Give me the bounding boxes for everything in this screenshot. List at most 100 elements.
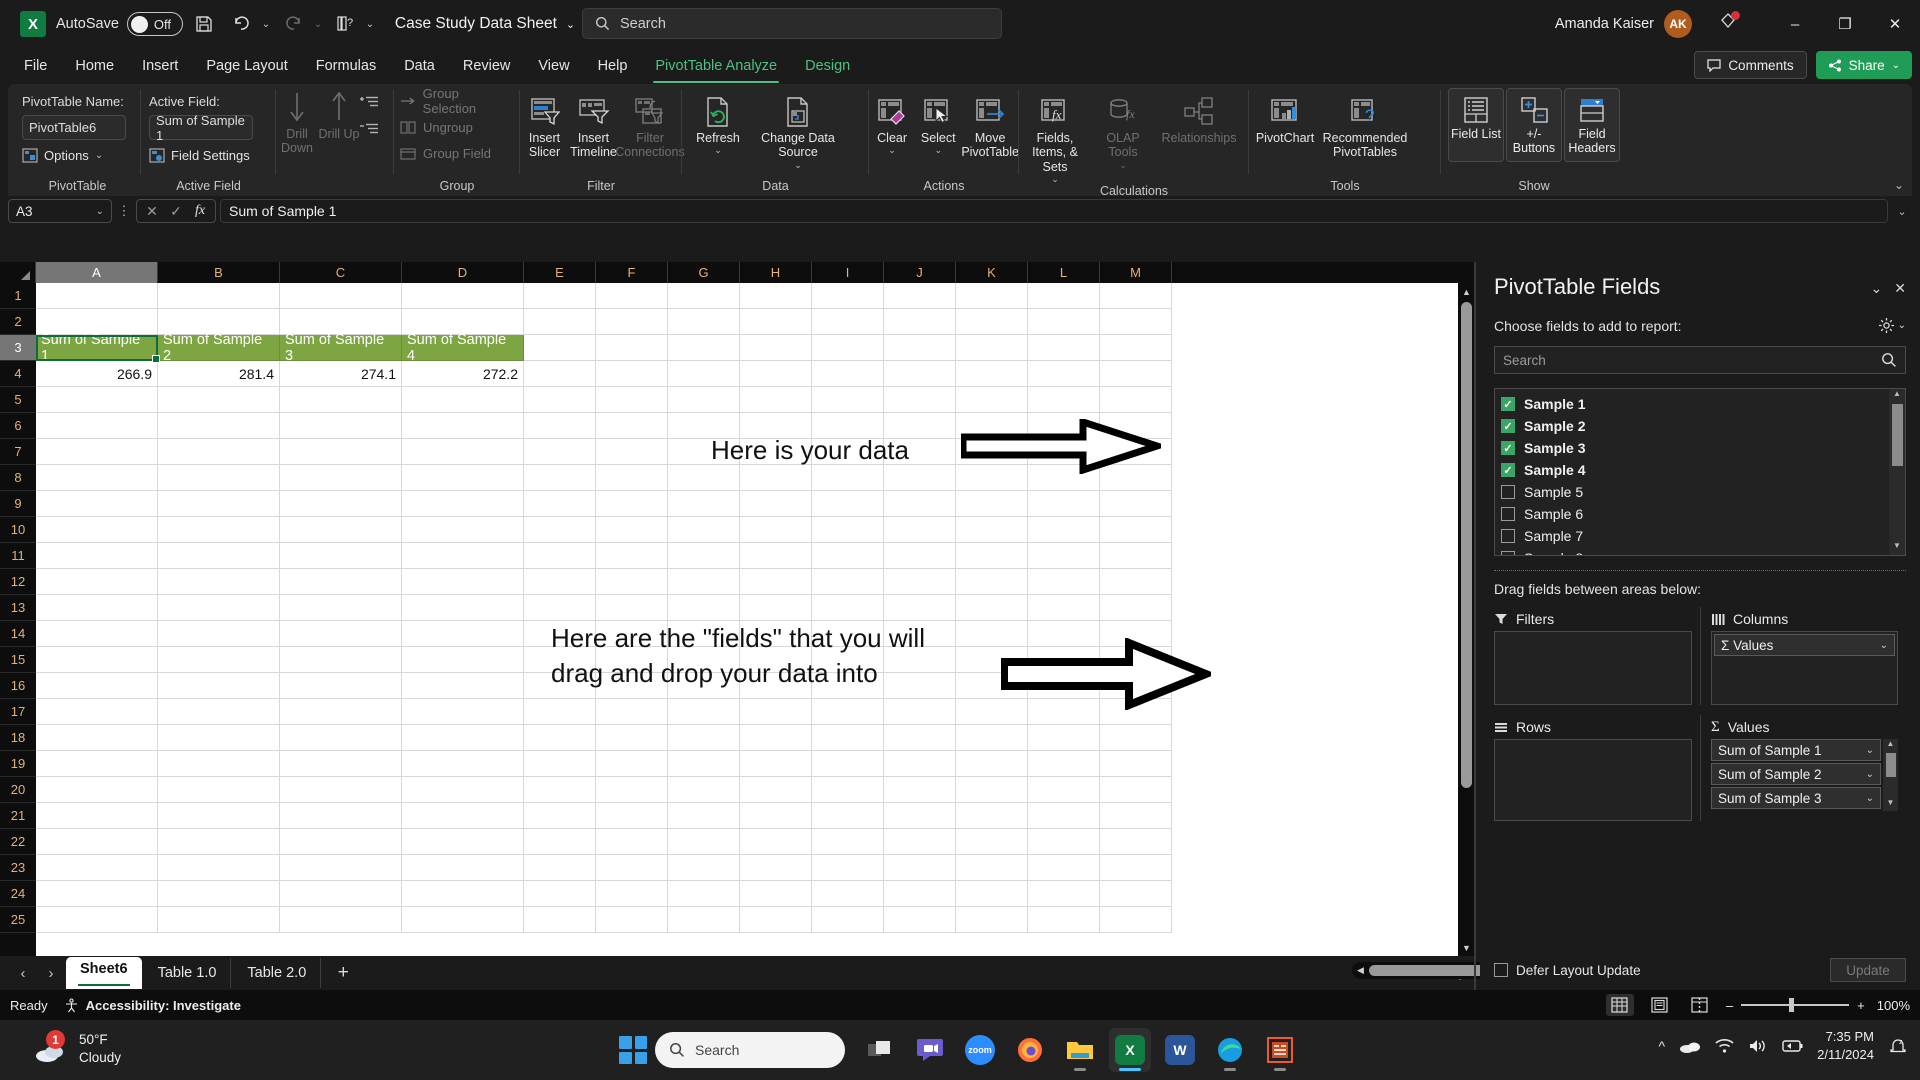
- cell-L10[interactable]: [1028, 517, 1100, 543]
- cell-B4[interactable]: 281.4: [158, 361, 280, 387]
- chevron-right-icon[interactable]: ›: [38, 965, 64, 982]
- cell-J11[interactable]: [884, 543, 956, 569]
- options-button[interactable]: Options ⌄: [22, 148, 126, 163]
- cell-F19[interactable]: [596, 751, 668, 777]
- sheet-tab-table-2-0[interactable]: Table 2.0: [233, 958, 322, 988]
- column-header-g[interactable]: G: [668, 262, 740, 283]
- cell-A12[interactable]: [36, 569, 158, 595]
- cell-I12[interactable]: [812, 569, 884, 595]
- row-header-10[interactable]: 10: [0, 517, 36, 543]
- cell-A10[interactable]: [36, 517, 158, 543]
- fields-items-sets-button[interactable]: fx Fields, Items, & Sets ⌄: [1019, 90, 1091, 184]
- row-header-20[interactable]: 20: [0, 777, 36, 803]
- cell-K19[interactable]: [956, 751, 1028, 777]
- row-header-11[interactable]: 11: [0, 543, 36, 569]
- sheet-tab-table-1-0[interactable]: Table 1.0: [144, 958, 232, 988]
- cell-D25[interactable]: [402, 907, 524, 933]
- customize-quick-access-icon[interactable]: ?: [329, 8, 363, 40]
- chevron-down-icon[interactable]: ⌄: [1866, 793, 1874, 804]
- cell-C14[interactable]: [280, 621, 402, 647]
- cell-A11[interactable]: [36, 543, 158, 569]
- row-header-16[interactable]: 16: [0, 673, 36, 699]
- tab-design[interactable]: Design: [791, 48, 864, 84]
- chevron-down-icon[interactable]: ⌄: [934, 145, 942, 155]
- cell-I8[interactable]: [812, 465, 884, 491]
- insert-slicer-button[interactable]: Insert Slicer: [520, 90, 569, 160]
- cell-E4[interactable]: [524, 361, 596, 387]
- cell-M18[interactable]: [1100, 725, 1172, 751]
- cell-E19[interactable]: [524, 751, 596, 777]
- cell-A20[interactable]: [36, 777, 158, 803]
- cell-G9[interactable]: [668, 491, 740, 517]
- cell-C10[interactable]: [280, 517, 402, 543]
- row-header-6[interactable]: 6: [0, 413, 36, 439]
- cell-C16[interactable]: [280, 673, 402, 699]
- cell-G22[interactable]: [668, 829, 740, 855]
- chevron-down-icon[interactable]: ⌄: [96, 206, 104, 217]
- cell-J21[interactable]: [884, 803, 956, 829]
- cell-D5[interactable]: [402, 387, 524, 413]
- cell-G8[interactable]: [668, 465, 740, 491]
- row-header-24[interactable]: 24: [0, 881, 36, 907]
- field-list-item-sample-2[interactable]: ✓ Sample 2: [1495, 415, 1905, 437]
- save-icon[interactable]: [187, 8, 221, 40]
- checkbox-checked-icon[interactable]: ✓: [1501, 463, 1515, 477]
- cell-I19[interactable]: [812, 751, 884, 777]
- cell-M2[interactable]: [1100, 309, 1172, 335]
- cell-G19[interactable]: [668, 751, 740, 777]
- tab-help[interactable]: Help: [584, 48, 642, 84]
- cell-D1[interactable]: [402, 283, 524, 309]
- checkbox-icon[interactable]: [1501, 529, 1515, 543]
- cell-I4[interactable]: [812, 361, 884, 387]
- cell-M23[interactable]: [1100, 855, 1172, 881]
- close-icon[interactable]: ✕: [1894, 280, 1906, 297]
- cell-K21[interactable]: [956, 803, 1028, 829]
- row-header-2[interactable]: 2: [0, 309, 36, 335]
- comments-button[interactable]: Comments: [1694, 51, 1807, 79]
- field-list-item-sample-8[interactable]: Sample 8: [1495, 547, 1905, 555]
- cell-M5[interactable]: [1100, 387, 1172, 413]
- cell-G12[interactable]: [668, 569, 740, 595]
- page-break-preview-icon[interactable]: [1686, 994, 1714, 1016]
- cell-D23[interactable]: [402, 855, 524, 881]
- cell-F9[interactable]: [596, 491, 668, 517]
- cell-L20[interactable]: [1028, 777, 1100, 803]
- cell-L4[interactable]: [1028, 361, 1100, 387]
- checkbox-checked-icon[interactable]: ✓: [1501, 419, 1515, 433]
- cell-M21[interactable]: [1100, 803, 1172, 829]
- gear-icon[interactable]: ⌄: [1878, 317, 1906, 334]
- weather-widget[interactable]: 1 50°F Cloudy: [34, 1030, 121, 1067]
- field-headers-button[interactable]: Field Headers: [1564, 88, 1620, 162]
- row-header-1[interactable]: 1: [0, 283, 36, 309]
- cell-F12[interactable]: [596, 569, 668, 595]
- cell-G11[interactable]: [668, 543, 740, 569]
- field-list-item-sample-7[interactable]: Sample 7: [1495, 525, 1905, 547]
- cell-D22[interactable]: [402, 829, 524, 855]
- checkbox-icon[interactable]: [1501, 551, 1515, 555]
- cell-C11[interactable]: [280, 543, 402, 569]
- cell-D24[interactable]: [402, 881, 524, 907]
- cell-K23[interactable]: [956, 855, 1028, 881]
- pivottable-name-input[interactable]: PivotTable6: [22, 115, 126, 140]
- excel-icon[interactable]: X: [1109, 1028, 1151, 1072]
- cell-A9[interactable]: [36, 491, 158, 517]
- cell-I13[interactable]: [812, 595, 884, 621]
- cell-F5[interactable]: [596, 387, 668, 413]
- column-header-d[interactable]: D: [402, 262, 524, 283]
- columns-pill-values[interactable]: Σ Values ⌄: [1714, 634, 1895, 656]
- cell-B8[interactable]: [158, 465, 280, 491]
- cell-J25[interactable]: [884, 907, 956, 933]
- cell-I17[interactable]: [812, 699, 884, 725]
- cell-M4[interactable]: [1100, 361, 1172, 387]
- cell-B20[interactable]: [158, 777, 280, 803]
- scroll-up-icon[interactable]: ▲: [1893, 389, 1901, 403]
- cell-H19[interactable]: [740, 751, 812, 777]
- chevron-down-icon[interactable]: ⌄: [1051, 174, 1059, 184]
- field-list-scrollbar[interactable]: ▲ ▼: [1889, 389, 1905, 555]
- row-header-3[interactable]: 3: [0, 335, 36, 361]
- cell-I18[interactable]: [812, 725, 884, 751]
- chevron-down-icon[interactable]: ⌄: [888, 145, 896, 155]
- avatar[interactable]: AK: [1664, 10, 1692, 38]
- column-header-b[interactable]: B: [158, 262, 280, 283]
- scroll-up-icon[interactable]: ▲: [1887, 739, 1895, 752]
